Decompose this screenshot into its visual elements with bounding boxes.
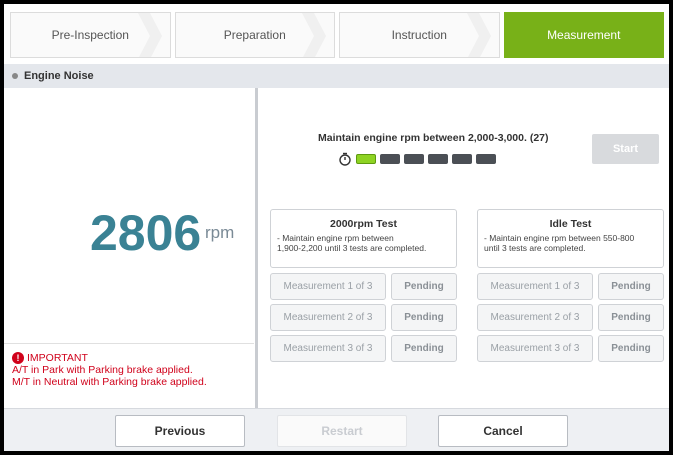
important-notice: ! IMPORTANT A/T in Park with Parking bra… [12, 352, 207, 388]
rpm-value: 2806 [90, 205, 202, 261]
status-badge: Pending [391, 335, 457, 362]
measurement-row: Measurement 2 of 3 Pending [270, 304, 457, 331]
measurement-button[interactable]: Measurement 1 of 3 [477, 273, 593, 300]
rpm-unit: rpm [205, 223, 235, 242]
test-description: - Maintain engine rpm between 550-800 [484, 233, 635, 243]
instruction-text: Maintain engine rpm between 2,000-3,000.… [318, 132, 549, 144]
test-description: until 3 tests are completed. [484, 243, 586, 253]
test-info-box: 2000rpm Test - Maintain engine rpm betwe… [270, 209, 457, 268]
measurement-button[interactable]: Measurement 2 of 3 [477, 304, 593, 331]
test-description: 1,900-2,200 until 3 tests are completed. [277, 243, 427, 253]
chevron-right-icon [302, 13, 326, 57]
step-label: Instruction [391, 28, 447, 42]
progress-segments [356, 154, 500, 164]
test-2000rpm: 2000rpm Test - Maintain engine rpm betwe… [270, 209, 457, 362]
app-frame: Pre-Inspection Preparation Instruction M… [3, 3, 670, 452]
measurement-button[interactable]: Measurement 1 of 3 [270, 273, 386, 300]
step-preparation: Preparation [174, 12, 335, 58]
progress-segment [452, 154, 472, 164]
progress-segment [476, 154, 496, 164]
divider [4, 343, 254, 344]
status-badge: Pending [391, 304, 457, 331]
measurement-row: Measurement 2 of 3 Pending [477, 304, 664, 331]
test-panel: Maintain engine rpm between 2,000-3,000.… [258, 88, 669, 408]
test-title: 2000rpm Test [330, 218, 397, 230]
status-badge: Pending [391, 273, 457, 300]
step-measurement: Measurement [503, 12, 664, 58]
status-badge: Pending [598, 335, 664, 362]
important-line: A/T in Park with Parking brake applied. [12, 364, 193, 376]
footer-bar: Previous Restart Cancel [4, 408, 669, 451]
measurement-button[interactable]: Measurement 2 of 3 [270, 304, 386, 331]
measurement-row: Measurement 3 of 3 Pending [270, 335, 457, 362]
exclamation-icon: ! [12, 352, 24, 364]
progress-segment [428, 154, 448, 164]
status-badge: Pending [598, 304, 664, 331]
progress-segment [404, 154, 424, 164]
important-title: IMPORTANT [27, 352, 88, 364]
step-indicator: Pre-Inspection Preparation Instruction M… [10, 12, 664, 58]
progress-indicator [338, 152, 500, 166]
step-instruction: Instruction [339, 12, 500, 58]
start-button[interactable]: Start [592, 134, 659, 164]
rpm-panel: 2806 rpm ! IMPORTANT A/T in Park with Pa… [4, 88, 254, 408]
restart-button[interactable]: Restart [277, 415, 407, 447]
test-idle: Idle Test - Maintain engine rpm between … [477, 209, 664, 362]
stopwatch-icon [339, 152, 351, 166]
measurement-row: Measurement 1 of 3 Pending [477, 273, 664, 300]
test-description: - Maintain engine rpm between [277, 233, 394, 243]
test-info-box: Idle Test - Maintain engine rpm between … [477, 209, 664, 268]
progress-segment [380, 154, 400, 164]
progress-segment [356, 154, 376, 164]
status-badge: Pending [598, 273, 664, 300]
cancel-button[interactable]: Cancel [438, 415, 568, 447]
section-title: Engine Noise [24, 70, 94, 82]
bullet-icon [12, 73, 18, 79]
step-pre-inspection: Pre-Inspection [10, 12, 171, 58]
step-label: Pre-Inspection [51, 28, 129, 42]
test-title: Idle Test [549, 218, 592, 230]
measurement-button[interactable]: Measurement 3 of 3 [477, 335, 593, 362]
chevron-right-icon [466, 13, 491, 57]
step-label: Measurement [547, 28, 621, 42]
step-label: Preparation [223, 28, 286, 42]
previous-button[interactable]: Previous [115, 415, 245, 447]
chevron-right-icon [137, 13, 162, 57]
important-line: M/T in Neutral with Parking brake applie… [12, 376, 207, 388]
measurement-row: Measurement 1 of 3 Pending [270, 273, 457, 300]
section-header: Engine Noise [4, 64, 669, 88]
measurement-row: Measurement 3 of 3 Pending [477, 335, 664, 362]
measurement-button[interactable]: Measurement 3 of 3 [270, 335, 386, 362]
